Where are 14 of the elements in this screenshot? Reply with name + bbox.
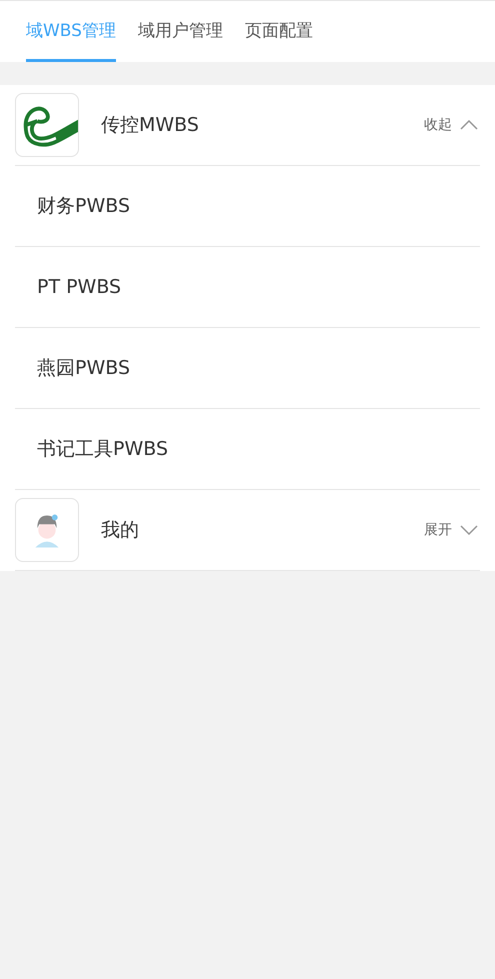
logo-icon: [15, 93, 79, 157]
list-item[interactable]: 燕园PWBS: [37, 354, 130, 382]
chevron-up-icon: [460, 120, 478, 130]
list-item[interactable]: PT PWBS: [37, 272, 122, 302]
tab[interactable]: 页面配置: [244, 1, 313, 62]
avatar-icon: [15, 498, 79, 562]
group-title: 我的: [101, 518, 140, 543]
tab[interactable]: 域用户管理: [138, 1, 223, 62]
toggle-button[interactable]: 展开: [424, 520, 478, 540]
toggle-button[interactable]: 收起: [424, 114, 478, 136]
list-item[interactable]: 财务PWBS: [37, 192, 130, 220]
group-title: 传控MWBS: [101, 112, 200, 138]
list-item[interactable]: 书记工具PWBS: [37, 434, 168, 464]
chevron-down-icon: [460, 525, 478, 535]
